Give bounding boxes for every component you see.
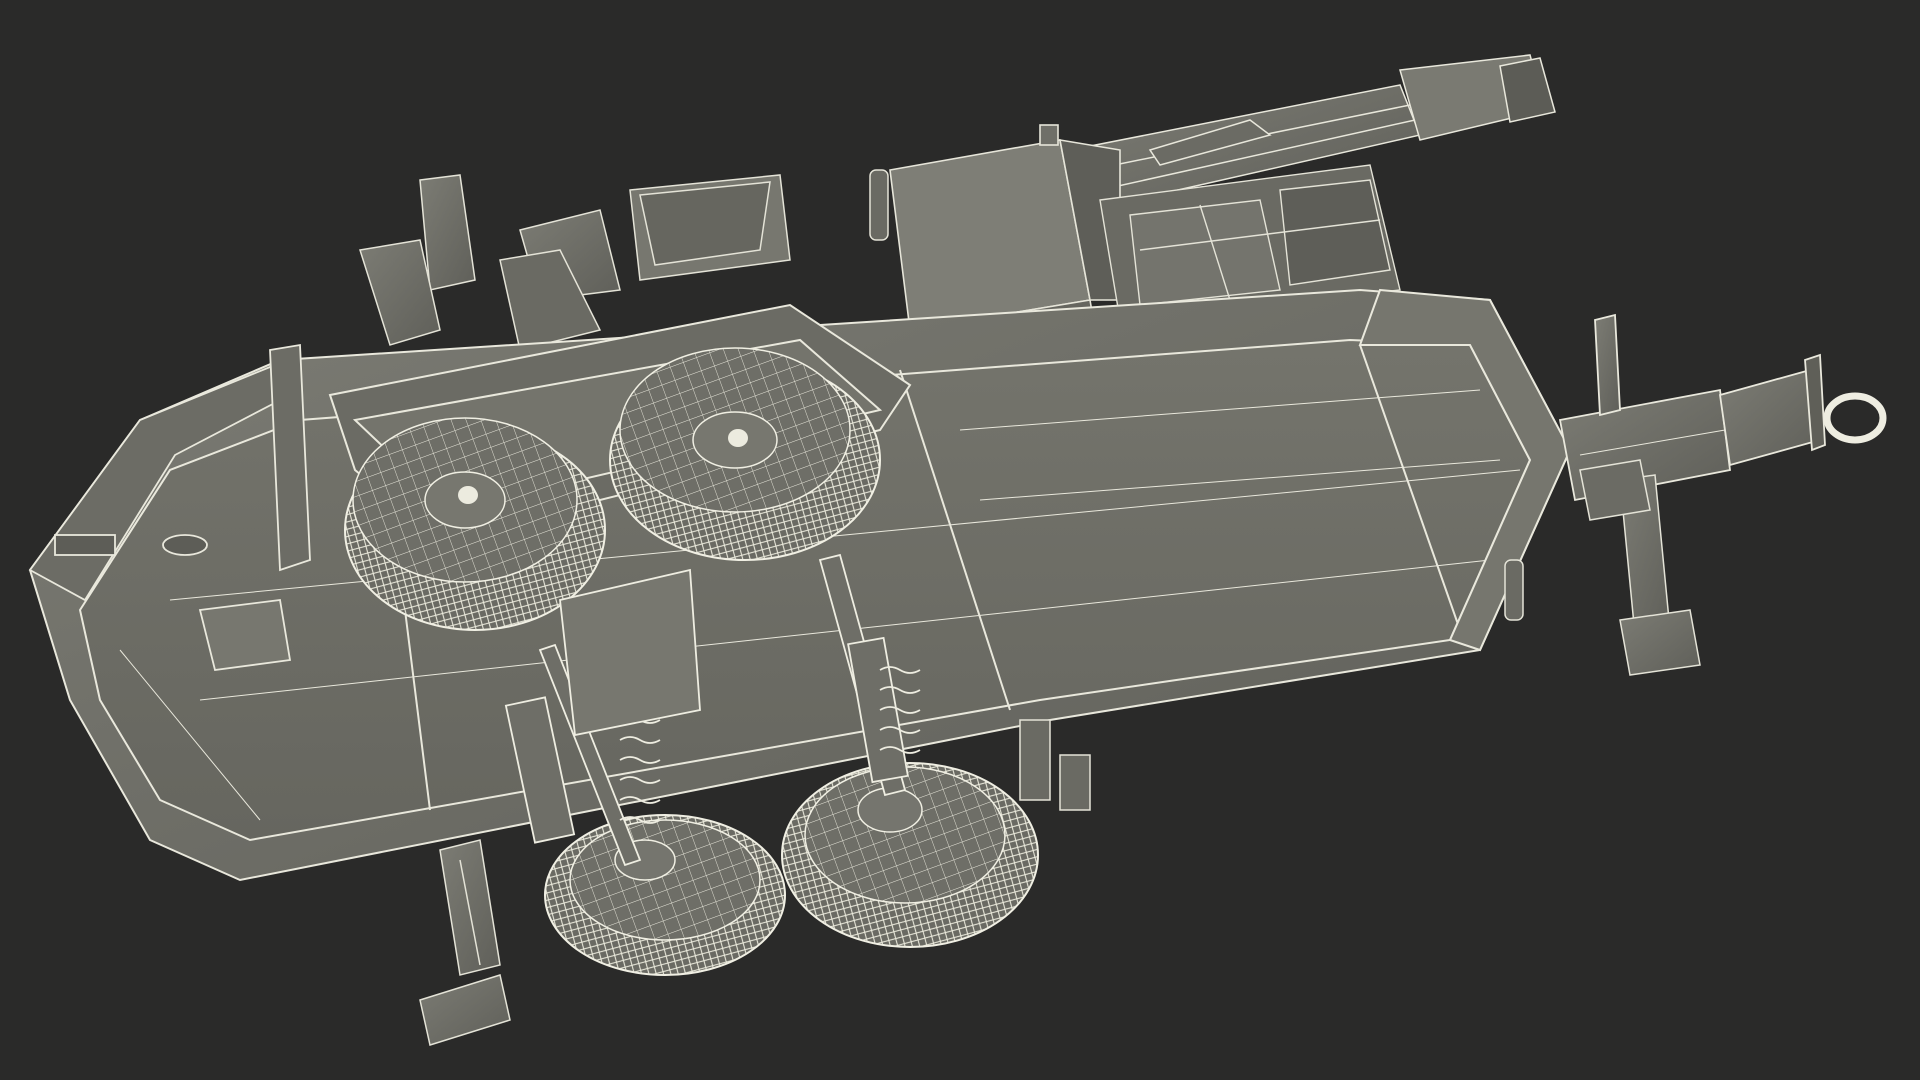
rear-axle-wheel-left: [544, 814, 786, 976]
rear-stabilizer-leg: [419, 839, 511, 1046]
rear-axle-wheel-right: [781, 762, 1039, 948]
front-stabilizer-leg: [1579, 459, 1701, 676]
wireframe-render: [28, 54, 1887, 1046]
wireframe-render-viewport: [0, 0, 1920, 1080]
